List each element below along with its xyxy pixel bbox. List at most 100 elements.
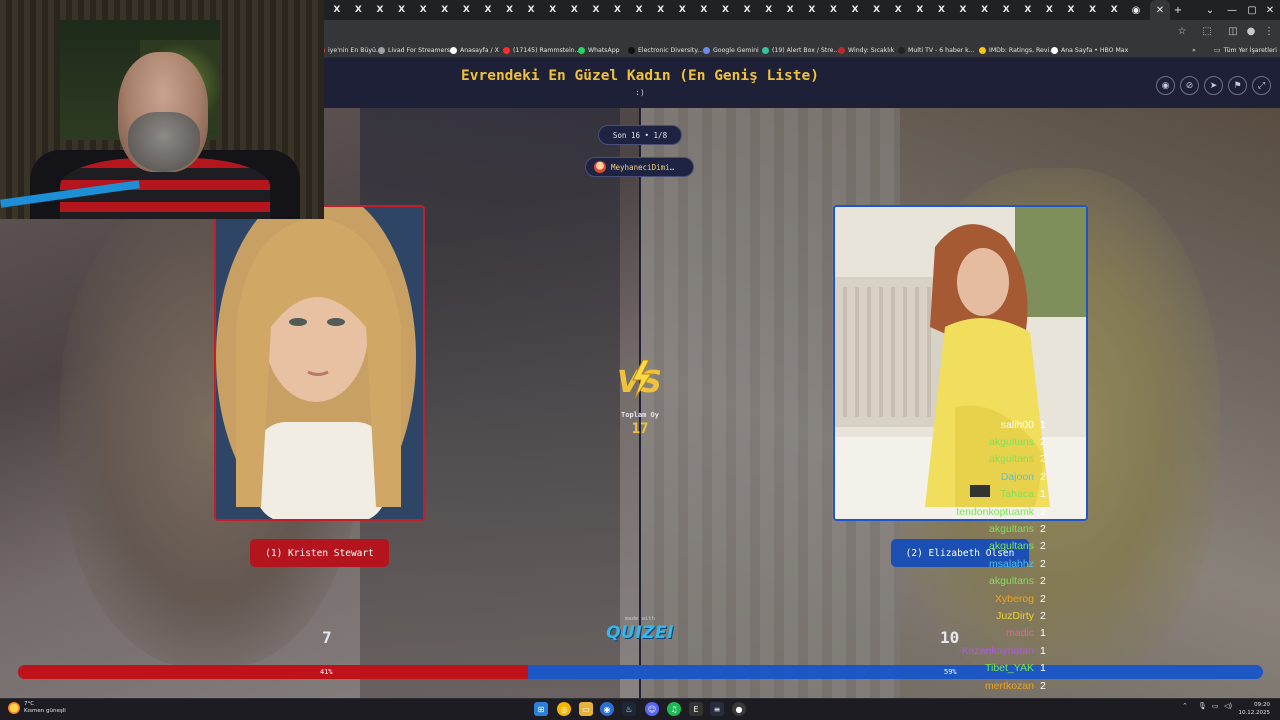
bookmark-item[interactable]: Electronic Diversity... [628,42,703,58]
x-favicon-icon: X [829,5,837,15]
volume-icon[interactable]: ◁) [1224,702,1232,710]
epic-games-icon[interactable]: E [689,702,703,716]
browser-tab[interactable]: X [1060,0,1082,20]
browser-tab[interactable]: X [758,0,780,20]
profile-icon[interactable]: ● [1244,24,1258,38]
x-favicon-icon: X [937,5,945,15]
share-icon[interactable]: ➤ [1204,76,1223,95]
browser-tab[interactable]: X [887,0,909,20]
browser-tab[interactable]: X [542,0,564,20]
browser-tab[interactable]: X [736,0,758,20]
bookmark-item[interactable]: Anasayfa / X [450,42,499,58]
link-icon[interactable]: ⊘ [1180,76,1199,95]
tab-list: XXXXXXXXXXXXXXXXXXXXXXXXXXXXXXXXXXXXX [326,0,1125,20]
browser-tab[interactable]: X [585,0,607,20]
candidate-left-photo[interactable] [214,205,425,521]
eye-icon[interactable]: ◉ [1156,76,1175,95]
close-window-button[interactable]: ✕ [1258,0,1280,20]
temperature: 7°C [24,701,35,707]
bookmark-item[interactable]: Google Gemini [703,42,759,58]
discord-icon[interactable]: ☺ [645,702,659,716]
spotify-icon[interactable]: ♫ [667,702,681,716]
chrome-icon[interactable]: ◎ [557,702,571,716]
browser-tab[interactable]: X [866,0,888,20]
x-favicon-icon: X [1089,5,1097,15]
browser-tab[interactable]: X [1017,0,1039,20]
active-tab-close-button[interactable]: ✕ [1150,0,1170,20]
browser-tab[interactable]: X [499,0,521,20]
tab-favicon-icon[interactable]: ◉ [1128,0,1144,20]
vote-progress-bar: 41% 59% [18,665,1263,679]
browser-tab[interactable]: X [823,0,845,20]
browser-tab[interactable]: X [974,0,996,20]
browser-tab[interactable]: X [931,0,953,20]
browser-tab[interactable]: X [434,0,456,20]
fullscreen-icon[interactable]: ⤢ [1252,76,1271,95]
browser-tab[interactable]: X [715,0,737,20]
tab-search-icon[interactable]: ⌄ [1198,0,1222,20]
chat-vote: 2 [1040,470,1046,483]
brand-logo[interactable]: QUIZEI [600,623,680,643]
vote-left-button[interactable]: (1) Kristen Stewart [250,539,389,567]
browser-tab[interactable]: X [326,0,348,20]
browser-tab[interactable]: X [1039,0,1061,20]
browser-tab[interactable]: X [909,0,931,20]
browser-tab[interactable]: X [564,0,586,20]
bookmark-item[interactable]: (17145) Rammstein... [503,42,581,58]
chat-vote: 1 [1040,488,1046,501]
file-explorer-icon[interactable]: ▭ [579,702,593,716]
report-flag-icon[interactable]: ⚑ [1228,76,1247,95]
browser-tab[interactable]: X [477,0,499,20]
bookmark-item[interactable]: iye'nin En Büyü... [318,42,382,58]
all-bookmarks-button[interactable]: ▭ Tüm Yer İşaretleri [1214,42,1277,58]
browser-tab[interactable]: X [628,0,650,20]
tray-chevron-icon[interactable]: ⌃ [1182,702,1188,710]
bookmark-item[interactable]: (19) Alert Box / Stre... [762,42,839,58]
bookmark-star-icon[interactable]: ☆ [1175,24,1189,38]
browser-tab[interactable]: X [391,0,413,20]
user-badge[interactable]: MeyhaneciDimi… [585,157,694,177]
network-icon[interactable]: ▭ [1212,702,1219,710]
browser-tab[interactable]: X [369,0,391,20]
browser-tab[interactable]: X [1082,0,1104,20]
extensions-icon[interactable]: ⬚ [1200,24,1214,38]
browser-tab[interactable]: X [412,0,434,20]
browser-tab[interactable]: X [693,0,715,20]
portrait-image [216,207,423,519]
browser-tab[interactable]: X [995,0,1017,20]
bookmark-item[interactable]: Ana Sayfa • HBO Max [1051,42,1128,58]
system-clock[interactable]: 09:20 10.12.2025 [1239,701,1271,717]
browser-tab[interactable]: X [650,0,672,20]
browser-tab[interactable]: X [952,0,974,20]
obs-icon[interactable]: ● [732,702,746,716]
browser-tab[interactable]: X [607,0,629,20]
bookmark-item[interactable]: WhatsApp [578,42,620,58]
app-icon-2[interactable]: ≡ [710,702,724,716]
new-tab-button[interactable]: + [1170,0,1186,20]
bookmark-item[interactable]: Multi TV - 6 haber k... [898,42,975,58]
bookmarks-more-button[interactable]: » [1192,42,1196,58]
browser-tab[interactable]: X [348,0,370,20]
extension-icon[interactable]: ◫ [1226,24,1240,38]
browser-tab[interactable]: X [520,0,542,20]
chat-vote: 1 [1040,418,1046,431]
browser-tab[interactable]: X [672,0,694,20]
bookmark-item[interactable]: IMDb: Ratings, Revi... [979,42,1055,58]
browser-tab[interactable]: X [801,0,823,20]
bookmark-item[interactable]: Livad For Streamers [378,42,450,58]
bookmark-item[interactable]: Windy: Sıcaklık [838,42,894,58]
browser-tab[interactable]: X [1103,0,1125,20]
x-favicon-icon: X [484,5,492,15]
start-windows-icon[interactable]: ⊞ [534,702,548,716]
app-icon[interactable]: ◉ [600,702,614,716]
weather-widget[interactable]: 7°C Kısmen güneşli [8,701,66,715]
x-favicon-icon: X [462,5,470,15]
total-votes-count: 17 [631,421,649,437]
browser-tab[interactable]: X [844,0,866,20]
steam-icon[interactable]: ♨ [622,702,636,716]
bookmark-label: WhatsApp [588,46,620,54]
browser-tab[interactable]: X [456,0,478,20]
menu-kebab-icon[interactable]: ⋮ [1262,24,1276,38]
mic-icon[interactable]: 🎙 [1198,702,1207,710]
browser-tab[interactable]: X [779,0,801,20]
